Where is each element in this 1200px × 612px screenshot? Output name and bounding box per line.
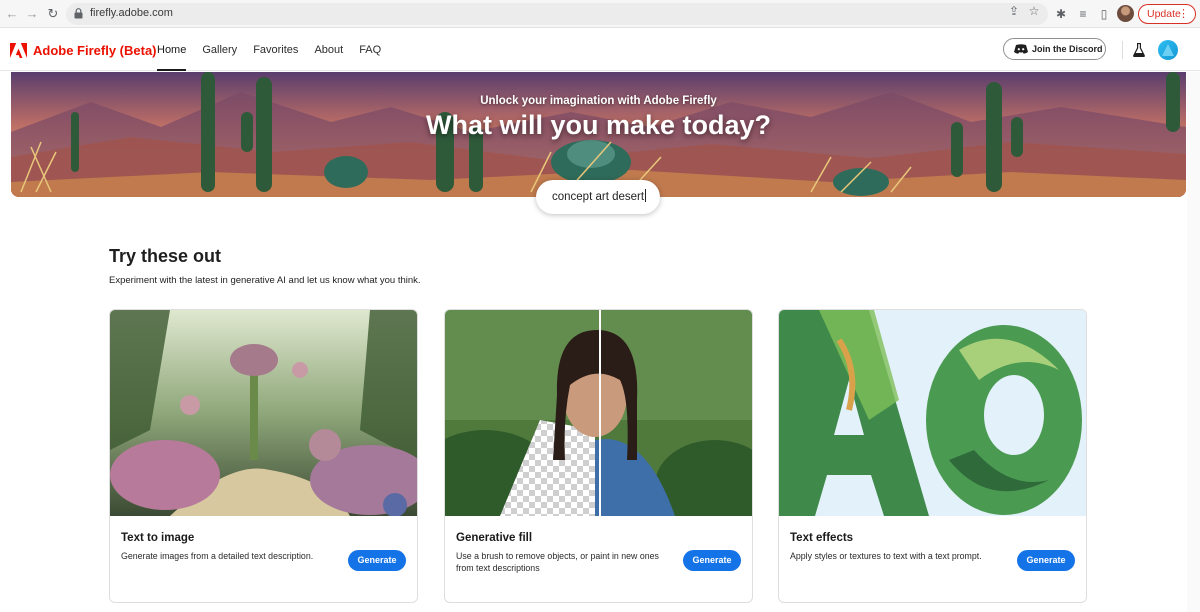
card-thumbnail [110, 310, 417, 516]
more-menu-icon: ⋮ [1178, 8, 1189, 20]
side-panel-icon[interactable]: ▯ [1096, 6, 1112, 22]
card-title: Generative fill [456, 532, 533, 544]
browser-toolbar: ← → ↻ firefly.adobe.com ⇪ ☆ ✱ ≡ ▯ Update… [0, 0, 1200, 28]
tab-gallery[interactable]: Gallery [202, 29, 237, 71]
user-avatar[interactable] [1158, 40, 1178, 60]
header-divider [1122, 41, 1123, 59]
share-icon[interactable]: ⇪ [1006, 4, 1022, 18]
hero-title: What will you make today? [425, 110, 772, 140]
card-generative-fill[interactable]: Generative fill Use a brush to remove ob… [444, 309, 753, 603]
prompt-value: concept art desert [552, 191, 645, 203]
tab-favorites[interactable]: Favorites [253, 29, 298, 71]
join-discord-button[interactable]: Join the Discord [1003, 38, 1106, 60]
tab-home[interactable]: Home [157, 29, 187, 71]
section-subtitle: Experiment with the latest in generative… [109, 275, 421, 286]
card-thumbnail [445, 310, 752, 516]
extensions-icon[interactable]: ✱ [1053, 6, 1069, 22]
reading-list-icon[interactable]: ≡ [1075, 6, 1091, 22]
hero-banner: Unlock your imagination with Adobe Firef… [11, 72, 1186, 197]
adobe-logo-icon [10, 42, 27, 58]
bookmark-star-icon[interactable]: ☆ [1026, 4, 1042, 18]
leaf-letters-image [779, 310, 1086, 516]
card-description: Use a brush to remove objects, or paint … [456, 551, 659, 573]
text-caret [645, 189, 647, 202]
generate-button[interactable]: Generate [683, 550, 741, 571]
card-thumbnail [779, 310, 1086, 516]
tab-faq[interactable]: FAQ [359, 29, 381, 71]
fantasy-garden-image [110, 310, 417, 516]
main-nav: Home Gallery Favorites About FAQ [157, 29, 397, 71]
lock-icon [74, 8, 83, 19]
beaker-icon[interactable] [1133, 43, 1145, 57]
address-bar[interactable]: firefly.adobe.com [66, 3, 1048, 25]
forward-icon[interactable]: → [24, 6, 40, 22]
portrait-fill-image [445, 310, 752, 516]
app-header: Adobe Firefly (Beta) Home Gallery Favori… [0, 29, 1200, 71]
card-description: Apply styles or textures to text with a … [790, 551, 982, 561]
discord-icon [1014, 44, 1028, 54]
card-text-effects[interactable]: Text effects Apply styles or textures to… [778, 309, 1087, 603]
update-label: Update [1147, 8, 1181, 20]
prompt-input[interactable]: concept art desert [536, 180, 660, 214]
section-title: Try these out [109, 246, 222, 266]
page-scrollbar[interactable] [1187, 72, 1200, 612]
reload-icon[interactable]: ↻ [45, 6, 61, 22]
brand-logo[interactable]: Adobe Firefly (Beta) [10, 41, 157, 59]
discord-label: Join the Discord [1032, 44, 1103, 54]
generate-button[interactable]: Generate [348, 550, 406, 571]
card-description: Generate images from a detailed text des… [121, 551, 314, 561]
update-button[interactable]: Update ⋮ [1138, 4, 1196, 24]
generate-button[interactable]: Generate [1017, 550, 1075, 571]
tab-about[interactable]: About [314, 29, 343, 71]
card-text-to-image[interactable]: Text to image Generate images from a det… [109, 309, 418, 603]
hero-subtitle: Unlock your imagination with Adobe Firef… [480, 95, 717, 107]
card-title: Text effects [790, 532, 854, 544]
brand-name: Adobe Firefly (Beta) [33, 42, 157, 58]
card-title: Text to image [121, 532, 195, 544]
profile-avatar[interactable] [1117, 5, 1134, 22]
url-text: firefly.adobe.com [90, 7, 173, 19]
back-icon[interactable]: ← [4, 6, 20, 22]
